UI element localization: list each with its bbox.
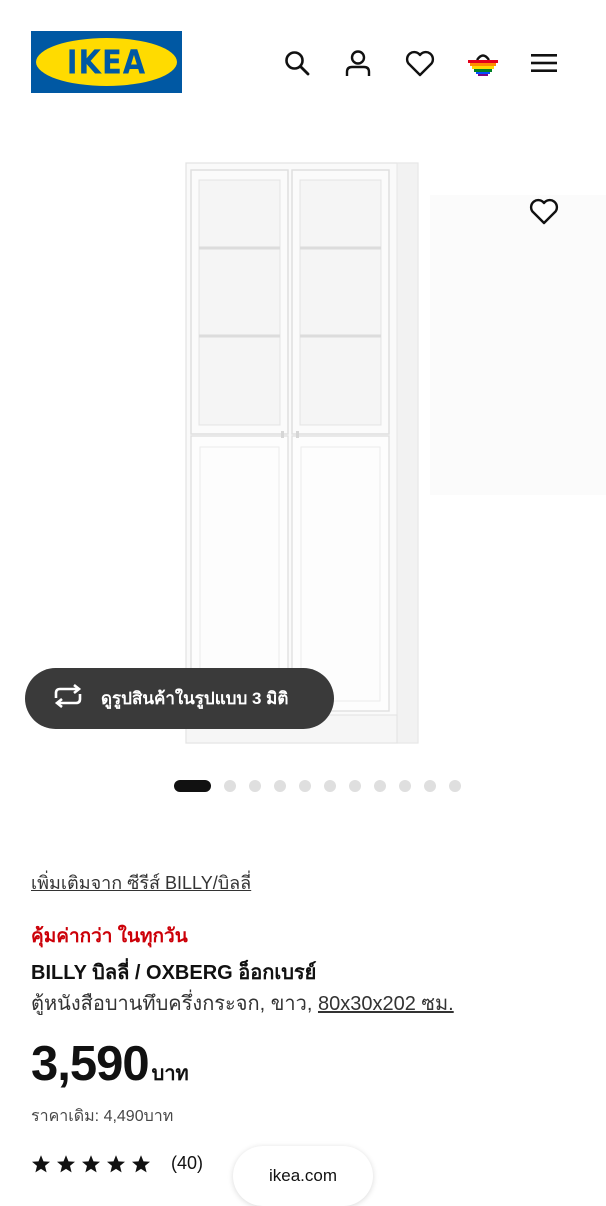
image-background bbox=[430, 195, 606, 495]
product-description-text: ตู้หนังสือบานทึบครึ่งกระจก, ขาว, bbox=[31, 993, 318, 1015]
add-to-favourites-icon[interactable] bbox=[524, 195, 564, 227]
carousel-dot[interactable] bbox=[299, 780, 311, 792]
carousel-dot[interactable] bbox=[224, 780, 236, 792]
browser-url-pill[interactable]: ikea.com bbox=[233, 1146, 373, 1206]
promo-label: คุ้มค่ากว่า ในทุกวัน bbox=[31, 926, 188, 947]
carousel-dot[interactable] bbox=[424, 780, 436, 792]
view-3d-button[interactable]: ดูรูปสินค้าในรูปแบบ 3 มิติ bbox=[25, 668, 334, 729]
user-icon[interactable] bbox=[341, 44, 375, 82]
price: 3,590 บาท bbox=[31, 1036, 189, 1092]
logo-text: IKEA bbox=[66, 42, 147, 82]
star-icon bbox=[32, 1154, 50, 1172]
series-link[interactable]: เพิ่มเติมจาก ซีรีส์ BILLY/บิลลี่ bbox=[31, 868, 251, 897]
review-count: (40) bbox=[171, 1153, 204, 1173]
image-carousel-indicator bbox=[174, 779, 474, 793]
ikea-logo[interactable]: IKEA bbox=[31, 31, 182, 93]
rotate-3d-icon bbox=[51, 683, 85, 713]
old-price: ราคาเดิม: 4,490บาท bbox=[31, 1108, 174, 1125]
carousel-dot[interactable] bbox=[399, 780, 411, 792]
carousel-dot[interactable] bbox=[274, 780, 286, 792]
star-icon bbox=[57, 1154, 75, 1172]
price-currency: บาท bbox=[151, 1063, 189, 1085]
star-icon bbox=[132, 1154, 150, 1172]
header: IKEA bbox=[0, 0, 606, 125]
domain-label: ikea.com bbox=[268, 1166, 338, 1185]
menu-icon[interactable] bbox=[527, 44, 561, 82]
rating[interactable]: (40) bbox=[31, 1153, 203, 1174]
carousel-dot[interactable] bbox=[349, 780, 361, 792]
product-name: BILLY บิลลี่ / OXBERG อ็อกเบรย์ bbox=[31, 962, 317, 984]
basket-icon[interactable] bbox=[466, 44, 500, 82]
carousel-dot[interactable] bbox=[249, 780, 261, 792]
logo-oval: IKEA bbox=[36, 38, 177, 86]
heart-icon[interactable] bbox=[403, 44, 437, 82]
view-3d-label: ดูรูปสินค้าในรูปแบบ 3 มิติ bbox=[101, 689, 289, 708]
star-icon bbox=[82, 1154, 100, 1172]
search-icon[interactable] bbox=[280, 44, 314, 82]
carousel-dot[interactable] bbox=[374, 780, 386, 792]
carousel-dot-active[interactable] bbox=[174, 780, 211, 792]
price-value: 3,590 bbox=[31, 1037, 150, 1091]
product-dimensions-link[interactable]: 80x30x202 ซม. bbox=[318, 993, 454, 1015]
carousel-dot[interactable] bbox=[324, 780, 336, 792]
product-image[interactable] bbox=[185, 160, 420, 745]
product-description: ตู้หนังสือบานทึบครึ่งกระจก, ขาว, 80x30x2… bbox=[31, 987, 454, 1019]
carousel-dot[interactable] bbox=[449, 780, 461, 792]
star-icon bbox=[107, 1154, 125, 1172]
